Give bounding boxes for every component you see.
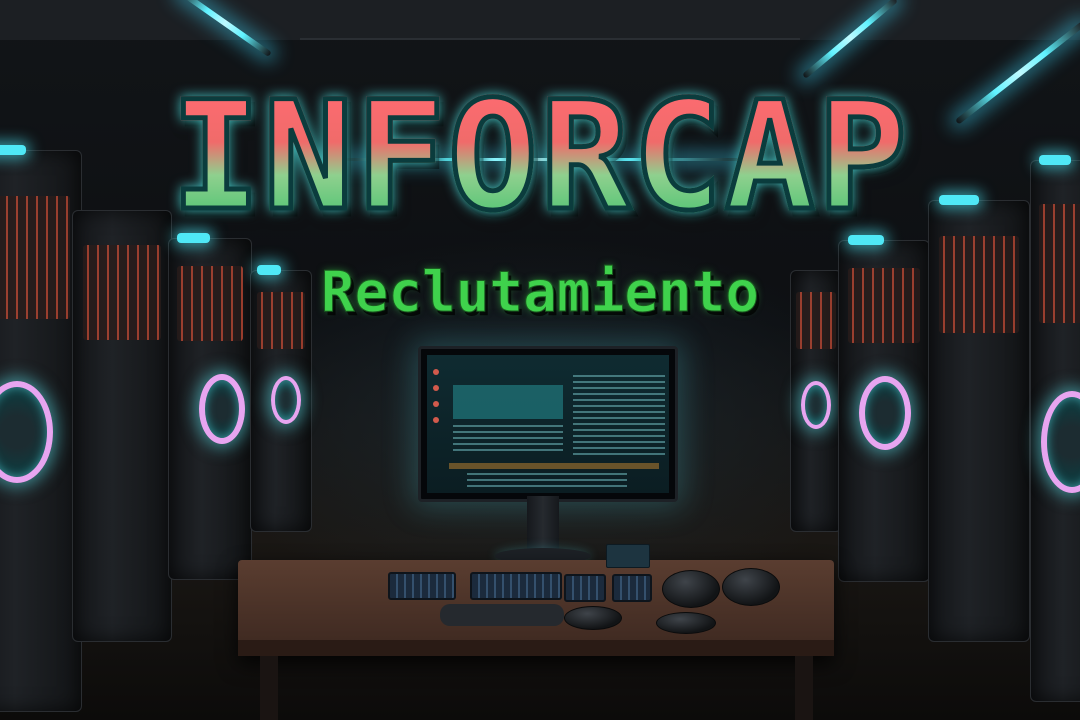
mouse bbox=[564, 606, 622, 630]
desk-leg bbox=[795, 656, 813, 720]
mouse bbox=[656, 612, 716, 634]
monitor bbox=[418, 346, 678, 502]
mouse bbox=[662, 570, 720, 608]
wrist-rest bbox=[440, 604, 564, 626]
monitor-stand bbox=[527, 496, 559, 552]
desk-leg bbox=[260, 656, 278, 720]
monitor-screen bbox=[427, 355, 669, 493]
server-rack bbox=[1030, 155, 1080, 702]
keyboard bbox=[470, 572, 562, 600]
keyboard bbox=[388, 572, 456, 600]
desk-edge bbox=[238, 640, 834, 656]
ceiling bbox=[0, 0, 1080, 40]
device-box bbox=[606, 544, 650, 568]
keypad bbox=[564, 574, 606, 602]
mouse bbox=[722, 568, 780, 606]
background-scene: INFORCAP Reclutamiento bbox=[0, 0, 1080, 720]
brand-title: INFORCAP bbox=[0, 80, 1080, 235]
server-rack bbox=[0, 145, 82, 712]
subtitle: Reclutamiento bbox=[320, 260, 760, 325]
keypad bbox=[612, 574, 652, 602]
ceiling-pipe bbox=[300, 38, 800, 40]
